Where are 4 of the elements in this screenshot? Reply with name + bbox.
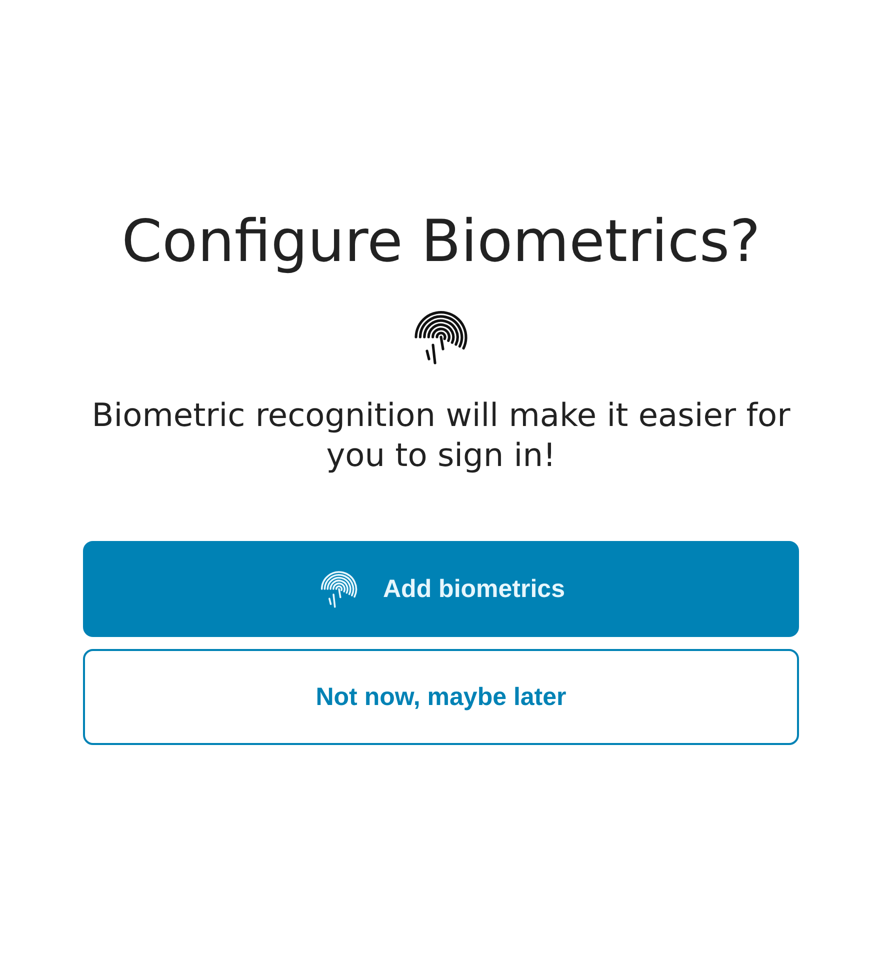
message-text: Biometric recognition will make it easier for you to sign in! (90, 395, 792, 475)
add-biometrics-button[interactable]: Add biometrics (83, 541, 799, 637)
dialog-title: Configure Biometrics? (122, 206, 760, 277)
not-now-button[interactable]: Not now, maybe later (83, 649, 799, 745)
